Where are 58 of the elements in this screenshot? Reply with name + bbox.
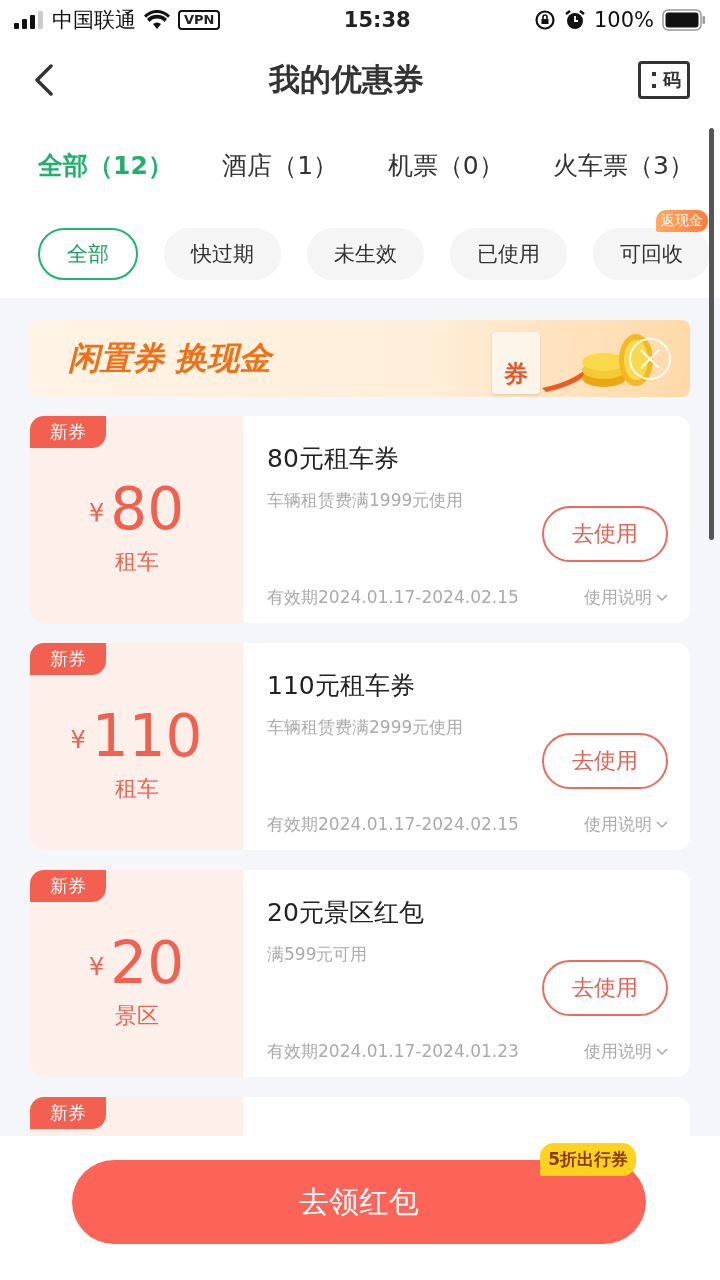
coupon-condition: 车辆租赁费满1999元使用 — [267, 489, 465, 512]
alarm-icon — [563, 9, 586, 31]
signal-icon — [14, 11, 44, 29]
filter-chip[interactable]: 全部 — [38, 228, 138, 280]
currency-sign: ¥ — [70, 725, 86, 754]
coupon-category: 租车 — [114, 547, 159, 576]
chevron-down-icon — [656, 1047, 668, 1056]
filter-chip[interactable]: 未生效 — [307, 228, 424, 280]
usage-notes-link[interactable]: 使用说明 — [584, 813, 668, 836]
banner-text: 闲置券 换现金 — [68, 337, 272, 379]
wifi-icon — [144, 10, 170, 30]
coupon-title: 20元景区红包 — [267, 897, 425, 929]
coupon-category: 景区 — [114, 1001, 159, 1030]
category-tab[interactable]: 酒店（1） — [222, 148, 339, 182]
notch-icon — [649, 70, 659, 90]
status-time: 15:38 — [343, 8, 411, 32]
promo-banner[interactable]: 闲置券 换现金 券 — [30, 320, 690, 397]
coupon-title: 110元租车券 — [267, 670, 416, 702]
validity-period: 有效期2024.01.17-2024.02.15 — [267, 586, 519, 609]
coupon-amount: 20 — [110, 930, 185, 995]
validity-period: 有效期2024.01.17-2024.02.15 — [267, 813, 519, 836]
new-coupon-tag: 新券 — [30, 643, 106, 675]
category-tab[interactable]: 火车票（3） — [553, 148, 694, 182]
new-coupon-tag: 新券 — [30, 416, 106, 448]
vpn-indicator: VPN — [178, 10, 221, 30]
currency-sign: ¥ — [88, 952, 105, 981]
use-button[interactable]: 去使用 — [542, 733, 668, 789]
battery-percentage: 100% — [593, 8, 654, 32]
carrier-name: 中国联通 — [52, 7, 136, 34]
coupon-title: 80元租车券 — [267, 443, 400, 475]
battery-icon — [662, 9, 706, 31]
chevron-down-icon — [656, 593, 668, 602]
validity-period: 有效期2024.01.17-2024.01.23 — [267, 1040, 519, 1063]
back-icon[interactable] — [34, 64, 54, 96]
filter-chip[interactable]: 快过期 — [164, 228, 281, 280]
usage-notes-link[interactable]: 使用说明 — [584, 1040, 668, 1063]
page-title: 我的优惠券 — [268, 60, 424, 99]
usage-notes-link[interactable]: 使用说明 — [584, 586, 668, 609]
filter-chip[interactable]: 可回收 — [593, 228, 710, 280]
coupon-condition: 车辆租赁费满2999元使用 — [267, 716, 465, 739]
discount-tag: 5折出行券 — [540, 1143, 636, 1176]
ticket-tag: 券 — [492, 332, 540, 394]
cashback-tag: 返现金 — [656, 210, 708, 232]
coupon-condition: 满599元可用 — [267, 943, 369, 966]
use-button[interactable]: 去使用 — [542, 960, 668, 1016]
coupon-amount: 110 — [91, 703, 203, 768]
use-button[interactable]: 去使用 — [542, 506, 668, 562]
code-button[interactable]: 码 — [638, 61, 690, 99]
category-tab[interactable]: 全部（12） — [38, 148, 173, 182]
filter-chip[interactable]: 已使用 — [450, 228, 567, 280]
category-tab[interactable]: 机票（0） — [387, 148, 504, 182]
coupon-amount: 80 — [110, 476, 185, 541]
new-coupon-tag: 新券 — [30, 1097, 106, 1129]
currency-sign: ¥ — [88, 498, 105, 527]
new-coupon-tag: 新券 — [30, 870, 106, 902]
coupon-category: 租车 — [114, 774, 159, 803]
chevron-down-icon — [656, 820, 668, 829]
rotation-lock-icon — [533, 9, 556, 31]
